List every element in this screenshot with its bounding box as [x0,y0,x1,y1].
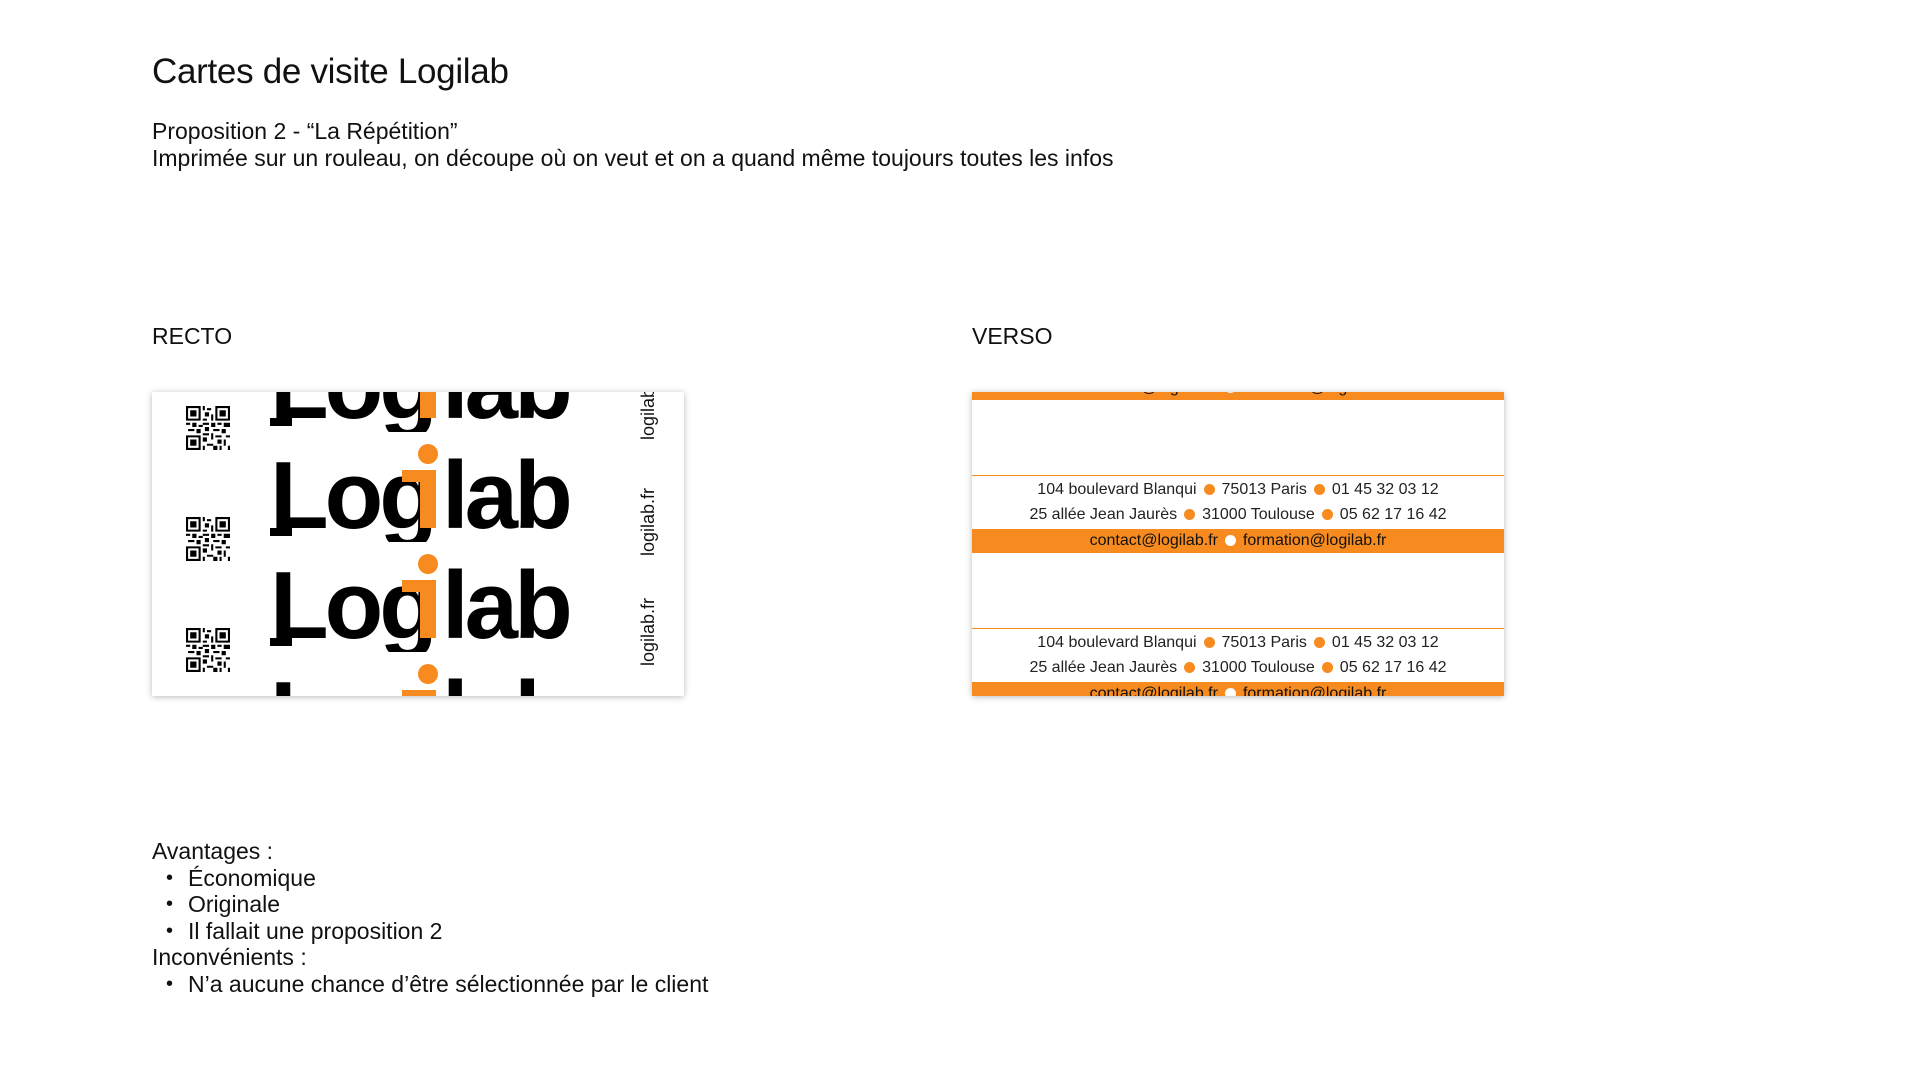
contact-email: contact@logilab.fr [1089,532,1218,549]
advantages-heading: Avantages : [152,838,274,864]
address-street: 104 boulevard Blanqui [1037,634,1197,651]
email-band: contact@logilab.fr formation@logilab.fr [972,529,1504,553]
logilab-logo [270,432,570,542]
page-title: Cartes de visite Logilab [152,52,509,91]
list-item: Économique [152,865,708,892]
recto-label: RECTO [152,323,233,349]
bullet-dot-icon [1203,637,1215,648]
proposal-name: Proposition 2 - “La Répétition” [152,118,458,144]
bullet-dot-icon [1224,392,1236,393]
list-item: Originale [152,891,708,918]
address-city: 75013 Paris [1221,481,1307,498]
qr-code-icon [186,628,230,672]
drawbacks-list: N’a aucune chance d’être sélectionnée pa… [152,971,708,998]
list-item: N’a aucune chance d’être sélectionnée pa… [152,971,708,998]
qr-code-icon [186,406,230,450]
email-band: contact@logilab.fr formation@logilab.fr [972,392,1504,400]
logilab-logo [270,542,570,652]
address-phone: 01 45 32 03 12 [1331,634,1439,651]
address-city: 31000 Toulouse [1202,506,1315,523]
divider-line [972,628,1504,629]
page-subtitle: Proposition 2 - “La Répétition” Imprimée… [152,118,1114,172]
verso-label: VERSO [972,323,1053,349]
side-website-text: logilab.fr [638,597,658,667]
recto-card: logilab logilab.fr logilab.fr [152,392,684,696]
bullet-dot-icon [1321,509,1333,520]
address-street: 104 boulevard Blanqui [1037,481,1197,498]
address-phone: 01 45 32 03 12 [1331,481,1439,498]
bullet-dot-icon [1203,484,1215,495]
address-row-paris: 104 boulevard Blanqui 75013 Paris 01 45 32… [972,631,1504,655]
proposal-description: Imprimée sur un rouleau, on découpe où o… [152,145,1114,171]
formation-email: formation@logilab.fr [1242,685,1387,696]
bullet-dot-icon [1321,662,1333,673]
advantages-list: Économique Originale Il fallait une prop… [152,865,708,945]
list-item: Il fallait une proposition 2 [152,918,708,945]
drawbacks-heading: Inconvénients : [152,944,307,970]
address-row-paris: 104 boulevard Blanqui 75013 Paris 01 45 32… [972,478,1504,502]
logilab-logo [270,392,570,432]
logilab-logo [270,652,570,696]
bullet-dot-icon [1184,509,1196,520]
bullet-dot-icon [1313,484,1325,495]
pros-cons: Avantages : Économique Originale Il fall… [152,838,708,997]
address-row-toulouse: 25 allée Jean Jaurès 31000 Toulouse 05 62 … [972,503,1504,527]
bullet-dot-icon [1313,637,1325,648]
address-phone: 05 62 17 16 42 [1339,506,1447,523]
bullet-dot-icon [1184,662,1196,673]
email-band: contact@logilab.fr formation@logilab.fr [972,682,1504,696]
contact-email: contact@logilab.fr [1089,685,1218,696]
bullet-dot-icon [1224,688,1236,696]
divider-line [972,475,1504,476]
contact-email: contact@logilab.fr [1090,392,1218,396]
address-city: 31000 Toulouse [1202,659,1315,676]
address-city: 75013 Paris [1221,634,1307,651]
address-street: 25 allée Jean Jaurès [1029,659,1178,676]
verso-card: contact@logilab.fr formation@logilab.fr 1… [972,392,1504,696]
address-row-toulouse: 25 allée Jean Jaurès 31000 Toulouse 05 62 … [972,656,1504,680]
formation-email: formation@logilab.fr [1243,392,1386,396]
qr-code-icon [186,517,230,561]
bullet-dot-icon [1224,535,1236,546]
address-street: 25 allée Jean Jaurès [1029,506,1178,523]
address-phone: 05 62 17 16 42 [1339,659,1447,676]
formation-email: formation@logilab.fr [1242,532,1387,549]
